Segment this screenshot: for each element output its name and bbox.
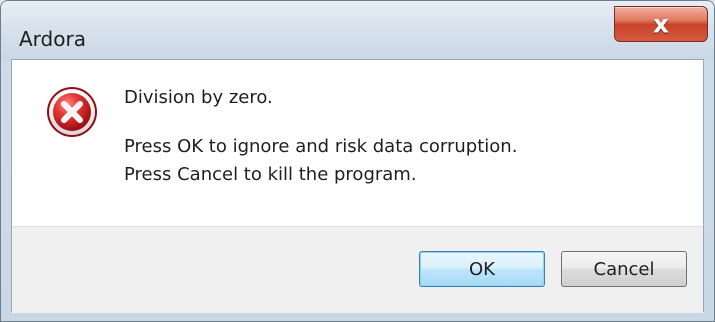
error-message: Division by zero. xyxy=(124,87,273,108)
message-text: Division by zero. Press OK to ignore and… xyxy=(124,84,684,189)
error-dialog-window: Ardora x Division by zero. Press OK to i… xyxy=(0,0,715,322)
cancel-button[interactable]: Cancel xyxy=(561,251,687,287)
ok-instruction: Press OK to ignore and risk data corrupt… xyxy=(124,136,518,157)
title-bar[interactable]: Ardora x xyxy=(1,1,714,61)
dialog-button-area: OK Cancel xyxy=(12,226,703,313)
window-title: Ardora xyxy=(19,27,86,51)
cancel-instruction: Press Cancel to kill the program. xyxy=(124,164,417,185)
ok-button[interactable]: OK xyxy=(419,251,545,287)
dialog-client-area: Division by zero. Press OK to ignore and… xyxy=(11,59,704,313)
close-button[interactable]: x xyxy=(614,6,708,42)
message-area: Division by zero. Press OK to ignore and… xyxy=(12,60,703,226)
close-icon: x xyxy=(652,9,670,39)
error-icon xyxy=(47,87,97,137)
